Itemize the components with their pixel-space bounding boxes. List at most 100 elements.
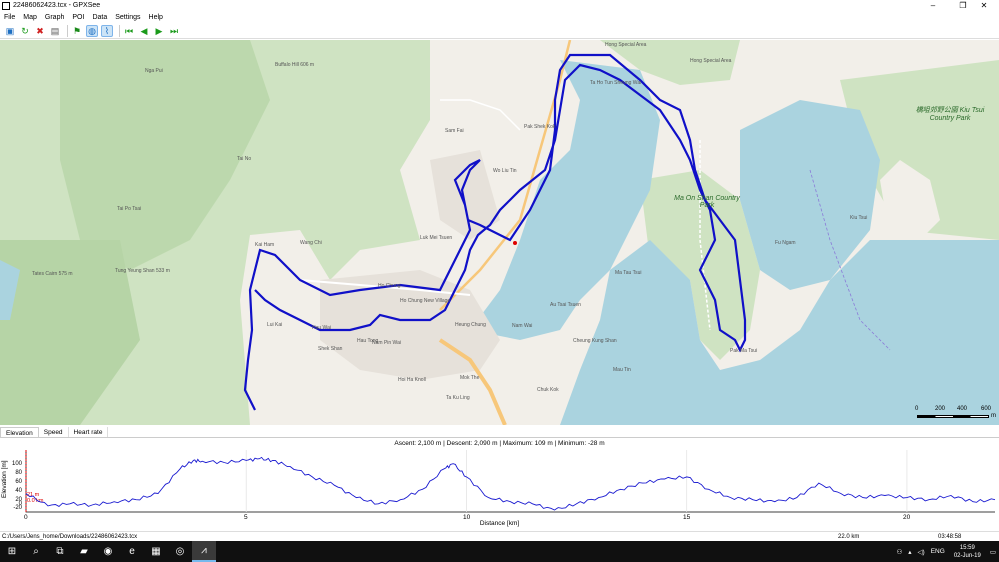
map-place-label: Kiu Tsui bbox=[850, 215, 868, 221]
map-place-label: Ho Chung New Village bbox=[400, 298, 451, 304]
menu-map[interactable]: Map bbox=[19, 14, 41, 21]
elevation-graph[interactable]: Ascent: 2,100 m | Descent: 2,090 m | Max… bbox=[0, 438, 999, 530]
map-place-label: Heung Chung bbox=[455, 322, 486, 328]
print-icon[interactable]: ▤ bbox=[49, 25, 61, 37]
menu-data[interactable]: Data bbox=[88, 14, 111, 21]
map-place-label: Ho Chung bbox=[378, 283, 401, 289]
close-button[interactable]: ✕ bbox=[969, 0, 999, 11]
map-place-label: Chuk Kok bbox=[537, 387, 559, 393]
map-place-label: Fu Ngam bbox=[775, 240, 796, 246]
map-place-label: Kai Ham bbox=[255, 242, 275, 248]
firefox-icon[interactable]: ◉ bbox=[96, 541, 120, 562]
plot-axes bbox=[25, 450, 995, 513]
scale-tick: 400 bbox=[957, 406, 968, 412]
map-place-label: Lui Kai bbox=[267, 322, 283, 328]
prev-icon[interactable]: ◀ bbox=[138, 25, 150, 37]
map-place-label: Buffalo Hill 606 m bbox=[275, 62, 315, 68]
map-canvas bbox=[0, 40, 999, 425]
menu-settings[interactable]: Settings bbox=[111, 14, 144, 21]
close-file-icon[interactable]: ✖ bbox=[34, 25, 46, 37]
language-indicator[interactable]: ENG bbox=[928, 548, 948, 555]
map-place-label: Ta Ku Ling bbox=[446, 395, 470, 401]
tab-speed[interactable]: Speed bbox=[39, 427, 69, 437]
map-place-label: Mau Tin bbox=[613, 367, 631, 373]
map-place-label: Ma Tau Tsui bbox=[615, 270, 642, 276]
scale-bar-graphic bbox=[917, 415, 989, 418]
x-axis-label: Distance [km] bbox=[479, 520, 520, 527]
map-place-label: Cheung Kung Shan bbox=[573, 338, 617, 344]
volume-icon[interactable]: ◁) bbox=[915, 548, 928, 556]
toolbar-separator bbox=[119, 25, 120, 37]
people-icon[interactable]: ⚇ bbox=[893, 548, 905, 556]
edge-icon[interactable]: e bbox=[120, 541, 144, 562]
map-place-label: Hau Wai bbox=[312, 325, 331, 331]
map-place-label: Nam Wai bbox=[512, 323, 533, 329]
network-icon[interactable]: ▴ bbox=[905, 548, 914, 556]
clock-date: 02-Jun-19 bbox=[953, 552, 981, 559]
notifications-icon[interactable]: ▭ bbox=[987, 548, 999, 556]
chrome-icon[interactable]: ◎ bbox=[168, 541, 192, 562]
status-bar: C:/Users/Jens_home/Downloads/22486062423… bbox=[0, 531, 999, 541]
map-place-label: Ma On Shan Country Park bbox=[674, 195, 740, 209]
minimize-button[interactable]: – bbox=[918, 0, 948, 11]
show-pois-icon[interactable]: ⚑ bbox=[71, 25, 83, 37]
map-place-label: Wang Chi bbox=[300, 240, 322, 246]
map-place-label: Tates Cairn 575 m bbox=[32, 271, 73, 277]
map-place-label: Hau Tong bbox=[357, 338, 379, 344]
map-place-label: Pak Ma Tsui bbox=[730, 348, 758, 354]
map-place-label: Nga Pui bbox=[145, 68, 163, 74]
scale-bar: 0 200 400 600 m bbox=[915, 406, 996, 422]
map-place-label: Tai No bbox=[237, 156, 252, 162]
route-marker bbox=[513, 241, 517, 245]
reload-icon[interactable]: ↻ bbox=[19, 25, 31, 37]
map-place-label: Hong Special Area bbox=[690, 58, 732, 64]
next-icon[interactable]: ▶ bbox=[153, 25, 165, 37]
start-icon[interactable]: ⊞ bbox=[0, 541, 24, 562]
menu-bar: File Map Graph POI Data Settings Help bbox=[0, 12, 999, 23]
menu-file[interactable]: File bbox=[0, 14, 19, 21]
search-icon[interactable]: ⌕ bbox=[24, 541, 48, 562]
window-title: 22486062423.tcx - GPXSee bbox=[13, 2, 101, 9]
map-place-label: Sam Fai bbox=[445, 128, 464, 134]
show-map-icon[interactable]: ◍ bbox=[86, 25, 98, 37]
task-view-icon[interactable]: ⧉ bbox=[48, 541, 72, 562]
map-place-label: Luk Mei Tsuen bbox=[420, 235, 453, 241]
gpxsee-icon[interactable]: ⩘ bbox=[192, 541, 216, 562]
store-icon[interactable]: ▦ bbox=[144, 541, 168, 562]
scale-tick: 0 bbox=[915, 406, 919, 412]
menu-help[interactable]: Help bbox=[145, 14, 167, 21]
gpxsee-app-icon bbox=[2, 1, 10, 10]
map-place-label: Shek Shan bbox=[318, 346, 343, 352]
tab-elevation[interactable]: Elevation bbox=[0, 427, 39, 437]
map-place-label: Wo Liu Tin bbox=[493, 168, 517, 174]
scale-tick: 600 bbox=[981, 406, 992, 412]
map-place-label: Hong Special Area bbox=[605, 42, 647, 48]
map-place-label: Mok The bbox=[460, 375, 480, 381]
elevation-series-line bbox=[25, 456, 996, 511]
menu-graph[interactable]: Graph bbox=[41, 14, 68, 21]
scale-tick: 200 bbox=[935, 406, 946, 412]
show-graphs-icon[interactable]: ⌇ bbox=[101, 25, 113, 37]
map-view[interactable]: Hong Special Area Hong Special Area Ta Ho … bbox=[0, 40, 999, 425]
title-bar: 22486062423.tcx - GPXSee – ❐ ✕ bbox=[0, 0, 999, 11]
elevation-plot bbox=[25, 450, 996, 513]
tab-heart-rate[interactable]: Heart rate bbox=[69, 427, 109, 437]
open-file-icon[interactable]: ▣ bbox=[4, 25, 16, 37]
system-tray: ⚇ ▴ ◁) ENG 15:59 02-Jun-19 ▭ bbox=[893, 541, 999, 562]
windows-taskbar: ⊞ ⌕ ⧉ ▰ ◉ e ▦ ◎ ⩘ ⚇ ▴ ◁) ENG 15:59 02-Jun-19 ▭ bbox=[0, 541, 999, 562]
map-place-label: Pak Shek Kok bbox=[524, 124, 556, 130]
first-icon[interactable]: ⏮ bbox=[123, 25, 135, 37]
map-place-label: 橋咀郊野公園 Kiu Tsui Country Park bbox=[915, 107, 985, 122]
clock[interactable]: 15:59 02-Jun-19 bbox=[948, 544, 987, 560]
map-place-label: Au Tsai Tsuen bbox=[550, 302, 581, 308]
menu-poi[interactable]: POI bbox=[68, 14, 88, 21]
clock-time: 15:59 bbox=[959, 544, 975, 551]
map-place-label: Ta Ho Tun Sheung Wai bbox=[590, 80, 642, 86]
last-icon[interactable]: ⏭ bbox=[168, 25, 180, 37]
map-place-label: Tung Yeung Shan 533 m bbox=[115, 268, 170, 274]
scale-unit: m bbox=[991, 413, 996, 419]
file-explorer-icon[interactable]: ▰ bbox=[72, 541, 96, 562]
toolbar-separator bbox=[67, 25, 68, 37]
toolbar: ▣ ↻ ✖ ▤ ⚑ ◍ ⌇ ⏮ ◀ ▶ ⏭ bbox=[0, 24, 999, 39]
map-place-label: Tai Po Tsai bbox=[117, 206, 142, 212]
